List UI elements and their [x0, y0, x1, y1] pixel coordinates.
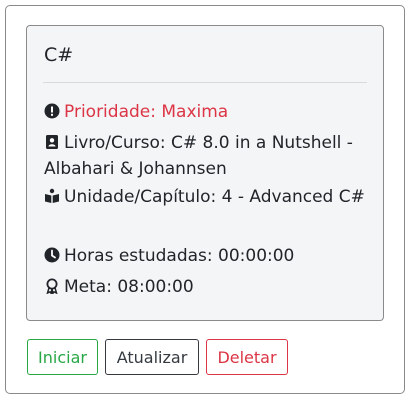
book-row: Livro/Curso: C# 8.0 in a Nutshell - Alba… [44, 130, 371, 182]
clock-icon [44, 247, 60, 263]
address-book-icon [46, 135, 58, 149]
priority-label: Prioridade: Maxima [64, 102, 229, 122]
priority-row: Prioridade: Maxima [44, 99, 371, 125]
book-label: Livro/Curso: C# 8.0 in a Nutshell - Alba… [44, 133, 353, 179]
open-book-icon [45, 188, 59, 203]
card-title: C# [44, 44, 74, 66]
exclamation-circle-icon [44, 103, 60, 119]
study-card: C# Prioridade: Maxima Livro/Curso: C# 8.… [5, 5, 405, 394]
delete-button[interactable]: Deletar [206, 339, 288, 375]
study-card-body: C# Prioridade: Maxima Livro/Curso: C# 8.… [26, 25, 384, 321]
award-icon [46, 278, 58, 294]
unit-row: Unidade/Capítulo: 4 - Advanced C# [44, 184, 371, 210]
start-button[interactable]: Iniciar [27, 339, 98, 375]
hours-row: Horas estudadas: 00:00:00 [44, 243, 371, 269]
goal-label: Meta: 08:00:00 [64, 277, 194, 297]
hours-label: Horas estudadas: 00:00:00 [64, 246, 295, 266]
unit-label: Unidade/Capítulo: 4 - Advanced C# [64, 187, 365, 207]
divider [43, 82, 367, 83]
update-button[interactable]: Atualizar [105, 339, 199, 375]
goal-row: Meta: 08:00:00 [44, 274, 371, 300]
